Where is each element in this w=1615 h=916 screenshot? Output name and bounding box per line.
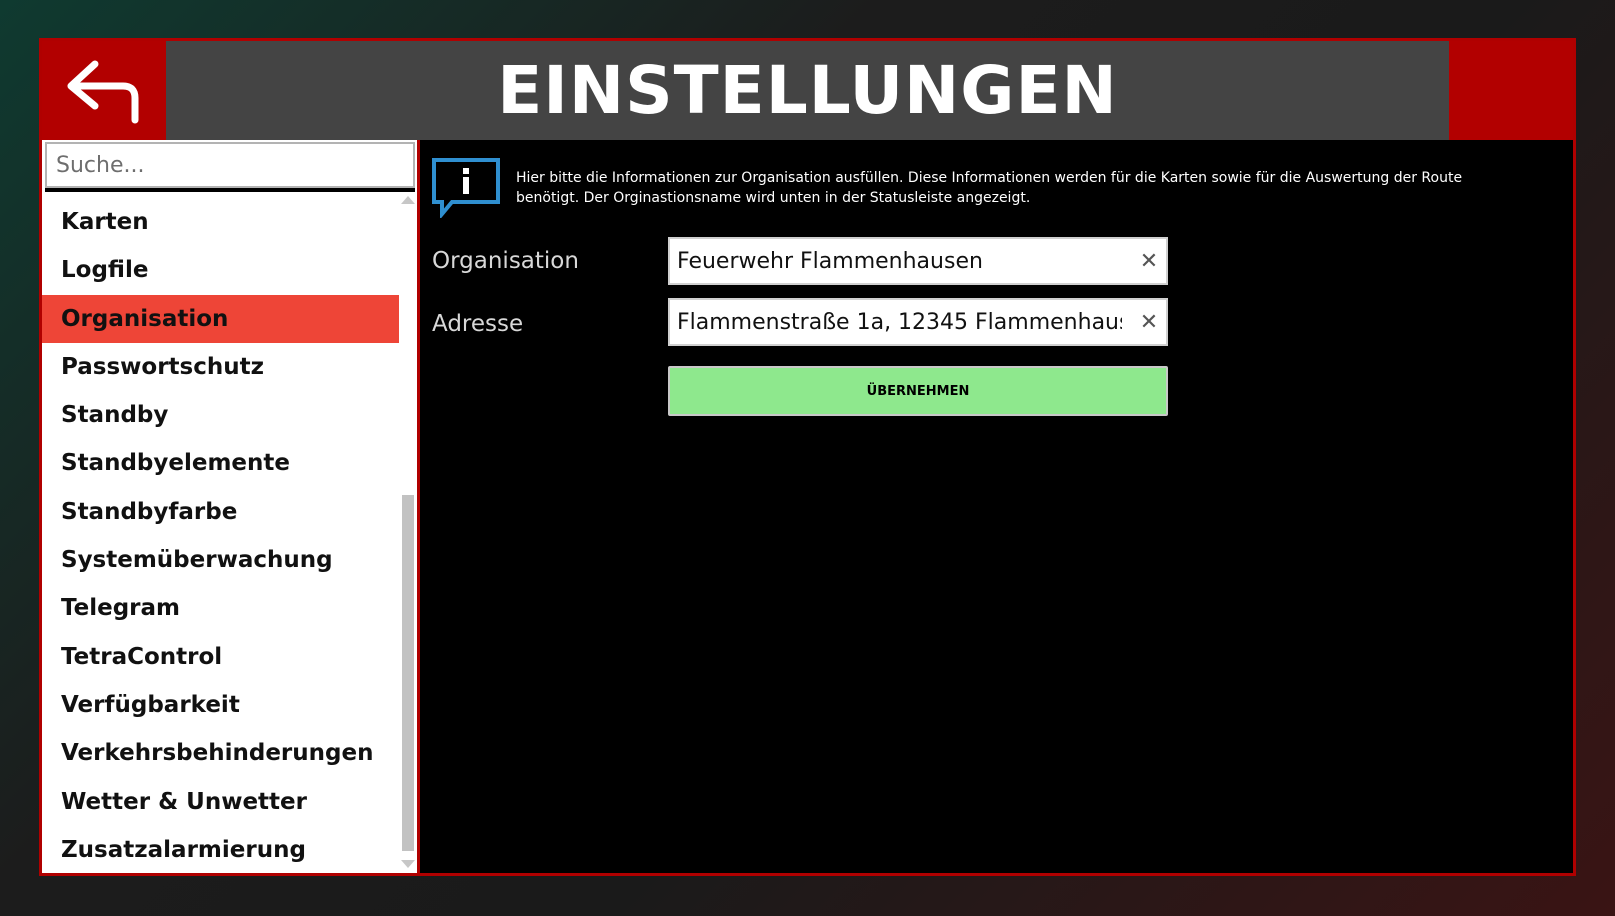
info-speech-bubble-icon: [432, 158, 500, 218]
settings-category-list: Karten Logfile Organisation Passwortschutz S…: [42, 198, 399, 870]
organisation-field: ✕: [668, 237, 1168, 285]
sidebar-item-verfügbarkeit[interactable]: Verfügbarkeit: [42, 681, 399, 729]
clear-address-icon[interactable]: ✕: [1136, 309, 1162, 335]
sidebar-item-standbyfarbe[interactable]: Standbyfarbe: [42, 488, 399, 536]
info-description: Hier bitte die Informationen zur Organis…: [516, 170, 1463, 206]
back-button[interactable]: [42, 41, 166, 140]
scroll-down-arrow-icon[interactable]: [401, 860, 415, 868]
address-label: Adresse: [432, 311, 524, 337]
header-bar: EINSTELLUNGEN: [42, 41, 1573, 140]
settings-sidebar: KartenLogfileOrganisationPasswortschutzS…: [42, 140, 420, 873]
address-input[interactable]: [670, 300, 1122, 344]
sidebar-scrollbar[interactable]: [399, 194, 417, 870]
sidebar-item-telegram[interactable]: Telegram: [42, 584, 399, 632]
scroll-up-arrow-icon[interactable]: [401, 196, 415, 204]
apply-button[interactable]: ÜBERNEHMEN: [668, 366, 1168, 416]
search-underline: [45, 188, 415, 192]
organisation-label: Organisation: [432, 248, 579, 274]
sidebar-item-zusatzalarmierung[interactable]: Zusatzalarmierung: [42, 826, 399, 870]
clear-organisation-icon[interactable]: ✕: [1136, 248, 1162, 274]
settings-content-panel: Hier bitte die Informationen zur Organis…: [420, 140, 1573, 873]
organisation-input[interactable]: [670, 239, 1122, 283]
scrollbar-thumb[interactable]: [402, 495, 414, 851]
address-field: ✕: [668, 298, 1168, 346]
page-title: EINSTELLUNGEN: [497, 52, 1118, 129]
header-right-block: [1449, 41, 1573, 140]
back-arrow-icon: [67, 60, 139, 123]
sidebar-item-passwortschutz[interactable]: Passwortschutz: [42, 343, 399, 391]
search-input[interactable]: [45, 142, 415, 188]
settings-window: EINSTELLUNGEN KartenLogfileOrganisationP…: [39, 38, 1576, 876]
sidebar-item-wetter-unwetter[interactable]: Wetter & Unwetter: [42, 778, 399, 826]
sidebar-item-organisation[interactable]: Organisation: [42, 294, 399, 343]
sidebar-item-karten[interactable]: Karten: [42, 198, 399, 246]
sidebar-item-tetracontrol[interactable]: TetraControl: [42, 633, 399, 681]
sidebar-item-logfile[interactable]: Logfile: [42, 246, 399, 294]
sidebar-item-standby[interactable]: Standby: [42, 391, 399, 439]
sidebar-item-systemüberwachung[interactable]: Systemüberwachung: [42, 536, 399, 584]
sidebar-item-standbyelemente[interactable]: Standbyelemente: [42, 439, 399, 487]
sidebar-item-verkehrsbehinderungen[interactable]: Verkehrsbehinderungen: [42, 729, 399, 777]
